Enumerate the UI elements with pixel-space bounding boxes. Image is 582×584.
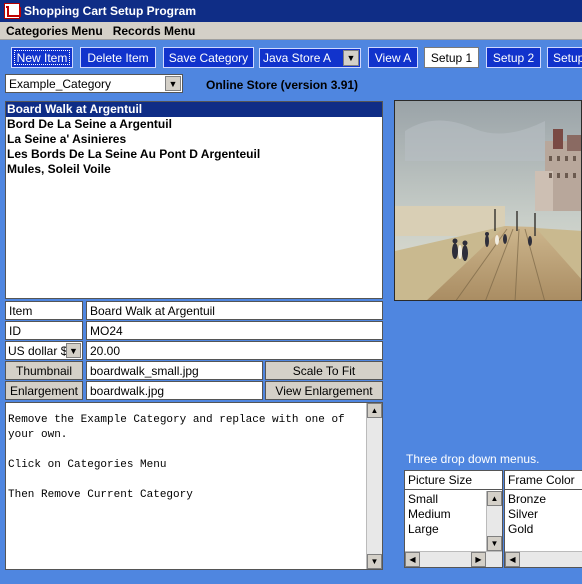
id-field[interactable]: MO24 bbox=[86, 321, 383, 340]
enlargement-row: Enlargement boardwalk.jpg View Enlargeme… bbox=[5, 381, 383, 400]
thumbnail-button[interactable]: Thumbnail bbox=[5, 361, 83, 380]
save-category-button[interactable]: Save Category bbox=[163, 47, 254, 68]
thumbnail-image bbox=[394, 100, 582, 301]
scroll-right-icon[interactable]: ▶ bbox=[471, 552, 486, 567]
list-item[interactable]: Bord De La Seine a Argentuil bbox=[6, 117, 382, 132]
list-item[interactable]: Gold bbox=[505, 522, 582, 537]
list-item[interactable]: Mules, Soleil Voile bbox=[6, 162, 382, 177]
store-select[interactable]: Java Store A ▼ bbox=[259, 48, 361, 68]
view-a-button[interactable]: View A bbox=[368, 47, 418, 68]
scroll-up-icon[interactable]: ▲ bbox=[367, 403, 382, 418]
list-item[interactable]: Board Walk at Argentuil bbox=[6, 102, 382, 117]
currency-select[interactable]: US dollar $ ▼ bbox=[5, 341, 83, 360]
list-item[interactable]: Bronze bbox=[505, 492, 582, 507]
setup1-tab[interactable]: Setup 1 bbox=[424, 47, 479, 68]
scroll-down-icon[interactable]: ▼ bbox=[487, 536, 502, 551]
notes-text: Remove the Example Category and replace … bbox=[8, 414, 345, 501]
store-title: Online Store (version 3.91) bbox=[206, 78, 359, 92]
picture-size-header: Picture Size bbox=[405, 471, 502, 490]
view-enlargement-button[interactable]: View Enlargement bbox=[265, 381, 383, 400]
dropdowns-note: Three drop down menus. bbox=[406, 452, 540, 466]
new-item-button[interactable]: New Item bbox=[11, 47, 73, 68]
list-item[interactable]: La Seine a' Asinieres bbox=[6, 132, 382, 147]
scroll-left-icon[interactable]: ◀ bbox=[505, 552, 520, 567]
thumbnail-field[interactable]: boardwalk_small.jpg bbox=[86, 361, 263, 380]
window-title: Shopping Cart Setup Program bbox=[24, 4, 197, 18]
setup2-tab[interactable]: Setup 2 bbox=[486, 47, 541, 68]
picture-size-list[interactable]: Picture Size Small Medium Large ▲ ▼ ◀ ▶ bbox=[404, 470, 503, 568]
title-bar: Shopping Cart Setup Program bbox=[0, 0, 582, 22]
frame-color-list[interactable]: Frame Color Bronze Silver Gold ◀ bbox=[504, 470, 582, 568]
list-item[interactable]: Les Bords De La Seine Au Pont D Argenteu… bbox=[6, 147, 382, 162]
frame-color-hscroll[interactable]: ◀ bbox=[505, 551, 582, 567]
chevron-down-icon[interactable]: ▼ bbox=[66, 343, 81, 358]
chevron-down-icon[interactable]: ▼ bbox=[165, 76, 181, 91]
enlargement-button[interactable]: Enlargement bbox=[5, 381, 83, 400]
price-row: US dollar $ ▼ 20.00 bbox=[5, 341, 383, 360]
list-item[interactable]: Silver bbox=[505, 507, 582, 522]
thumbnail-row: Thumbnail boardwalk_small.jpg Scale To F… bbox=[5, 361, 383, 380]
shopping-cart-icon bbox=[4, 3, 21, 19]
item-row: Item Board Walk at Argentuil bbox=[5, 301, 383, 320]
price-field[interactable]: 20.00 bbox=[86, 341, 383, 360]
setup3-tab[interactable]: Setup bbox=[547, 47, 582, 68]
store-select-value: Java Store A bbox=[263, 51, 332, 65]
items-list[interactable]: Board Walk at Argentuil Bord De La Seine… bbox=[5, 101, 383, 299]
id-row: ID MO24 bbox=[5, 321, 383, 340]
chevron-down-icon[interactable]: ▼ bbox=[343, 50, 359, 66]
menu-records[interactable]: Records Menu bbox=[107, 24, 200, 38]
window-bottom bbox=[0, 576, 582, 584]
scroll-down-icon[interactable]: ▼ bbox=[367, 554, 382, 569]
notes-textarea[interactable]: Remove the Example Category and replace … bbox=[5, 402, 383, 570]
currency-select-value: US dollar $ bbox=[8, 343, 68, 358]
id-label: ID bbox=[5, 321, 83, 340]
delete-item-button[interactable]: Delete Item bbox=[80, 47, 156, 68]
toolbar: New Item Delete Item Save Category Java … bbox=[0, 40, 582, 74]
scroll-left-icon[interactable]: ◀ bbox=[405, 552, 420, 567]
picture-size-vscroll[interactable]: ▲ ▼ bbox=[486, 491, 502, 551]
menu-bar: Categories Menu Records Menu bbox=[0, 22, 582, 40]
frame-color-header: Frame Color bbox=[505, 471, 582, 490]
picture-size-hscroll[interactable]: ◀ ▶ bbox=[405, 551, 502, 567]
scale-to-fit-button[interactable]: Scale To Fit bbox=[265, 361, 383, 380]
item-label: Item bbox=[5, 301, 83, 320]
category-select-value: Example_Category bbox=[9, 76, 112, 91]
enlargement-field[interactable]: boardwalk.jpg bbox=[86, 381, 263, 400]
item-field[interactable]: Board Walk at Argentuil bbox=[86, 301, 383, 320]
menu-categories[interactable]: Categories Menu bbox=[0, 24, 107, 38]
category-select[interactable]: Example_Category ▼ bbox=[5, 74, 183, 93]
scroll-up-icon[interactable]: ▲ bbox=[487, 491, 502, 506]
notes-scrollbar[interactable]: ▲ ▼ bbox=[366, 403, 382, 569]
